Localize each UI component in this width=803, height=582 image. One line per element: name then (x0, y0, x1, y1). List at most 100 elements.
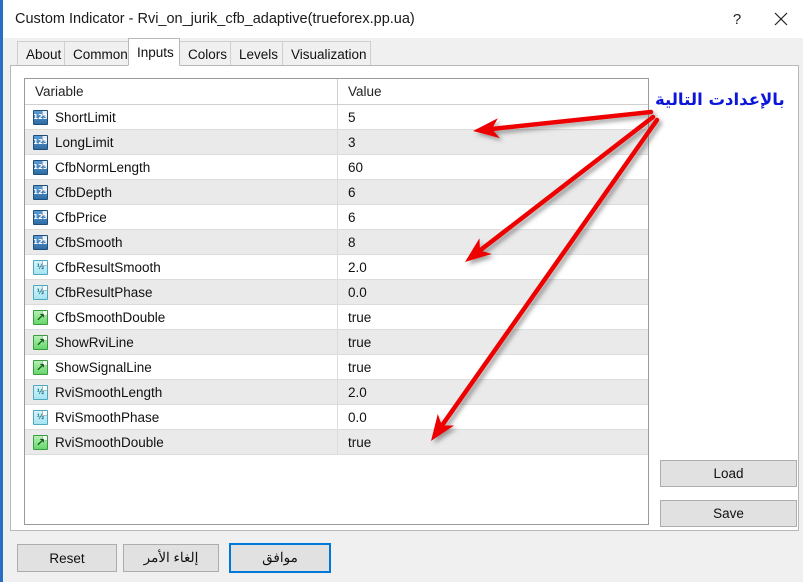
cell-value[interactable]: true (338, 305, 648, 329)
tab-strip: About Common Inputs Colors Levels Visual… (3, 38, 803, 66)
cell-variable: 123 CfbDepth (25, 180, 338, 204)
bool-type-icon: ↗ (33, 359, 48, 375)
help-glyph: ? (732, 10, 742, 28)
close-icon[interactable] (759, 0, 803, 38)
tab-colors[interactable]: Colors (179, 41, 231, 66)
cell-value[interactable]: 5 (338, 105, 648, 129)
variable-name: CfbPrice (55, 209, 107, 225)
cell-variable: ↗ CfbSmoothDouble (25, 305, 338, 329)
tab-label: Inputs (137, 44, 174, 60)
tab-label: Colors (188, 46, 228, 62)
double-type-icon: ½ (33, 284, 48, 300)
cancel-button[interactable]: إلغاء الأمر (123, 544, 219, 572)
tab-about[interactable]: About (17, 41, 65, 66)
cell-variable: 123 CfbSmooth (25, 230, 338, 254)
save-button-label: Save (713, 506, 744, 521)
table-row[interactable]: 123 CfbSmooth 8 (25, 230, 648, 255)
variable-name: LongLimit (55, 134, 114, 150)
variable-name: ShowSignalLine (55, 359, 152, 375)
bool-type-icon: ↗ (33, 434, 48, 450)
cell-value[interactable]: true (338, 355, 648, 379)
reset-button[interactable]: Reset (17, 544, 117, 572)
variable-name: CfbDepth (55, 184, 113, 200)
int-type-icon: 123 (33, 159, 48, 175)
ok-button[interactable]: موافق (229, 543, 331, 573)
bool-type-icon: ↗ (33, 334, 48, 350)
tab-inputs[interactable]: Inputs (128, 38, 180, 66)
table-row[interactable]: ½ CfbResultPhase 0.0 (25, 280, 648, 305)
column-header-value: Value (348, 84, 382, 99)
tab-visualization[interactable]: Visualization (282, 41, 371, 66)
cell-value[interactable]: 6 (338, 205, 648, 229)
int-type-icon: 123 (33, 234, 48, 250)
cell-variable: 123 CfbNormLength (25, 155, 338, 179)
variable-name: CfbSmoothDouble (55, 309, 166, 325)
cell-value[interactable]: 0.0 (338, 405, 648, 429)
cancel-button-label: إلغاء الأمر (143, 550, 199, 565)
title-bar: Custom Indicator - Rvi_on_jurik_cfb_adap… (3, 0, 803, 38)
int-type-icon: 123 (33, 184, 48, 200)
cell-value[interactable]: 0.0 (338, 280, 648, 304)
cell-variable: ↗ ShowSignalLine (25, 355, 338, 379)
inputs-panel: Variable Value 123 ShortLimit 5 123 LongLimi… (10, 65, 799, 531)
save-button[interactable]: Save (660, 500, 797, 527)
help-icon[interactable]: ? (715, 0, 759, 38)
column-header-variable: Variable (25, 79, 338, 104)
bool-type-icon: ↗ (33, 309, 48, 325)
tab-label: About (26, 46, 62, 62)
table-row[interactable]: ½ CfbResultSmooth 2.0 (25, 255, 648, 280)
cell-value[interactable]: 8 (338, 230, 648, 254)
tab-common[interactable]: Common (64, 41, 129, 66)
arabic-annotation-label: بالإعدادت التالية (654, 89, 786, 111)
variable-name: CfbSmooth (55, 234, 123, 250)
cell-variable: 123 CfbPrice (25, 205, 338, 229)
tab-label: Common (73, 46, 128, 62)
variable-name: RviSmoothLength (55, 384, 163, 400)
cell-value[interactable]: 2.0 (338, 380, 648, 404)
load-button-label: Load (713, 466, 744, 481)
cell-value[interactable]: true (338, 430, 648, 454)
double-type-icon: ½ (33, 409, 48, 425)
table-header-row: Variable Value (25, 79, 648, 105)
cell-variable: ↗ ShowRviLine (25, 330, 338, 354)
variable-name: CfbResultSmooth (55, 259, 161, 275)
load-button[interactable]: Load (660, 460, 797, 487)
table-row[interactable]: 123 ShortLimit 5 (25, 105, 648, 130)
table-row[interactable]: 123 CfbDepth 6 (25, 180, 648, 205)
variable-name: ShowRviLine (55, 334, 134, 350)
reset-button-label: Reset (49, 550, 85, 566)
cell-value[interactable]: true (338, 330, 648, 354)
cell-variable: ½ CfbResultSmooth (25, 255, 338, 279)
table-row[interactable]: ½ RviSmoothLength 2.0 (25, 380, 648, 405)
cell-variable: ½ RviSmoothPhase (25, 405, 338, 429)
tab-label: Visualization (291, 46, 367, 62)
table-row[interactable]: 123 CfbPrice 6 (25, 205, 648, 230)
table-row[interactable]: 123 LongLimit 3 (25, 130, 648, 155)
table-row[interactable]: ↗ CfbSmoothDouble true (25, 305, 648, 330)
double-type-icon: ½ (33, 384, 48, 400)
variable-name: ShortLimit (55, 109, 116, 125)
cell-value[interactable]: 6 (338, 180, 648, 204)
ok-button-label: موافق (262, 550, 298, 565)
cell-value[interactable]: 60 (338, 155, 648, 179)
variable-name: CfbResultPhase (55, 284, 153, 300)
int-type-icon: 123 (33, 109, 48, 125)
cell-variable: ½ RviSmoothLength (25, 380, 338, 404)
inputs-table[interactable]: Variable Value 123 ShortLimit 5 123 LongLimi… (24, 78, 649, 525)
int-type-icon: 123 (33, 134, 48, 150)
variable-name: RviSmoothDouble (55, 434, 164, 450)
cell-value[interactable]: 3 (338, 130, 648, 154)
tab-levels[interactable]: Levels (230, 41, 283, 66)
arabic-annotation-text: بالإعدادت التالية (654, 89, 786, 111)
table-row[interactable]: ↗ RviSmoothDouble true (25, 430, 648, 455)
table-row[interactable]: 123 CfbNormLength 60 (25, 155, 648, 180)
window-title: Custom Indicator - Rvi_on_jurik_cfb_adap… (15, 11, 415, 27)
table-body: 123 ShortLimit 5 123 LongLimit 3 123 CfbNormLen… (25, 105, 648, 455)
title-bar-buttons: ? (715, 0, 803, 38)
table-row[interactable]: ↗ ShowSignalLine true (25, 355, 648, 380)
table-row[interactable]: ↗ ShowRviLine true (25, 330, 648, 355)
cell-variable: ½ CfbResultPhase (25, 280, 338, 304)
cell-value[interactable]: 2.0 (338, 255, 648, 279)
tab-label: Levels (239, 46, 279, 62)
table-row[interactable]: ½ RviSmoothPhase 0.0 (25, 405, 648, 430)
